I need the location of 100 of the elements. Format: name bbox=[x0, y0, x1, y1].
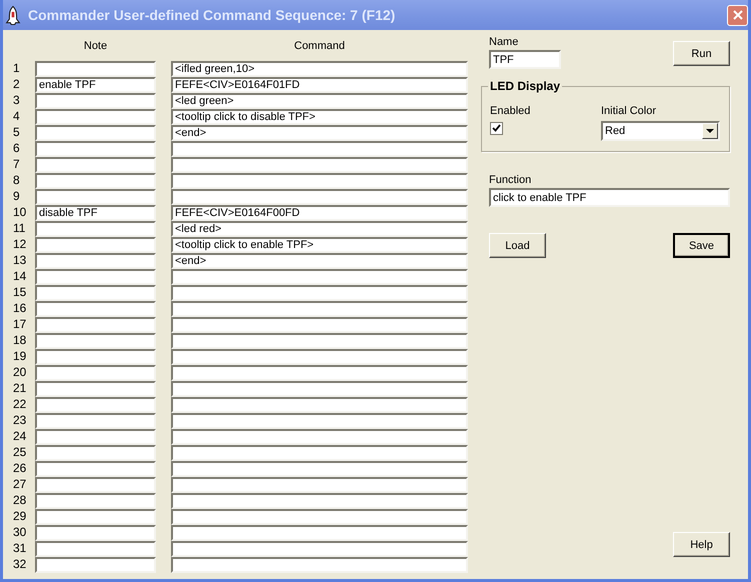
command-field[interactable] bbox=[171, 301, 468, 317]
save-button[interactable]: Save bbox=[673, 233, 730, 258]
note-field[interactable] bbox=[35, 61, 156, 77]
note-field[interactable]: enable TPF bbox=[35, 77, 156, 93]
command-field[interactable] bbox=[171, 333, 468, 349]
field-label: Enabled bbox=[490, 104, 530, 118]
line-number: 24 bbox=[12, 429, 28, 445]
line-number: 6 bbox=[12, 141, 21, 157]
note-field[interactable] bbox=[35, 477, 156, 493]
command-field[interactable] bbox=[171, 461, 468, 477]
note-field[interactable] bbox=[35, 157, 156, 173]
note-field[interactable] bbox=[35, 93, 156, 109]
command-field[interactable]: <end> bbox=[171, 253, 468, 269]
enabled-checkbox[interactable] bbox=[490, 122, 503, 135]
command-field[interactable] bbox=[171, 285, 468, 301]
name-field[interactable]: TPF bbox=[489, 50, 561, 69]
command-field[interactable] bbox=[171, 477, 468, 493]
command-field[interactable] bbox=[171, 189, 468, 205]
command-field[interactable] bbox=[171, 397, 468, 413]
column-header: Note bbox=[82, 40, 108, 52]
group-title: LED Display bbox=[488, 79, 562, 93]
command-field[interactable]: <tooltip click to disable TPF> bbox=[171, 109, 468, 125]
command-field[interactable] bbox=[171, 493, 468, 509]
command-field[interactable]: <led green> bbox=[171, 93, 468, 109]
caret-icon[interactable] bbox=[706, 129, 714, 133]
note-field[interactable] bbox=[35, 381, 156, 397]
line-number: 19 bbox=[12, 349, 28, 365]
note-field[interactable]: disable TPF bbox=[35, 205, 156, 221]
load-button[interactable]: Load bbox=[489, 233, 546, 258]
command-field[interactable] bbox=[171, 269, 468, 285]
command-field[interactable]: FEFE<CIV>E0164F01FD bbox=[171, 77, 468, 93]
line-number: 1 bbox=[12, 61, 21, 77]
column-header: Command bbox=[293, 40, 346, 52]
command-field[interactable]: <tooltip click to enable TPF> bbox=[171, 237, 468, 253]
note-field[interactable] bbox=[35, 509, 156, 525]
field-label: Function bbox=[489, 173, 532, 187]
rocket-icon bbox=[4, 4, 22, 26]
line-number: 9 bbox=[12, 189, 21, 205]
note-field[interactable] bbox=[35, 237, 156, 253]
note-field[interactable] bbox=[35, 317, 156, 333]
line-number: 11 bbox=[12, 221, 26, 237]
line-number: 16 bbox=[12, 301, 28, 317]
note-field[interactable] bbox=[35, 541, 156, 557]
window-title: Commander User-defined Command Sequence: 7 (F12) bbox=[28, 7, 396, 23]
line-number: 10 bbox=[12, 205, 28, 221]
command-field[interactable] bbox=[171, 525, 468, 541]
command-field[interactable] bbox=[171, 349, 468, 365]
note-field[interactable] bbox=[35, 445, 156, 461]
note-field[interactable] bbox=[35, 493, 156, 509]
note-field[interactable] bbox=[35, 557, 156, 573]
help-button[interactable]: Help bbox=[673, 532, 730, 557]
color-dropdown[interactable]: Red bbox=[601, 121, 720, 141]
note-field[interactable] bbox=[35, 461, 156, 477]
line-number: 4 bbox=[12, 109, 21, 125]
command-field[interactable]: <end> bbox=[171, 125, 468, 141]
command-field[interactable] bbox=[171, 557, 468, 573]
run-button[interactable]: Run bbox=[673, 41, 730, 66]
note-field[interactable] bbox=[35, 269, 156, 285]
line-number: 30 bbox=[12, 525, 28, 541]
command-field[interactable]: <ifled green,10> bbox=[171, 61, 468, 77]
command-field[interactable] bbox=[171, 365, 468, 381]
note-field[interactable] bbox=[35, 173, 156, 189]
command-field[interactable] bbox=[171, 141, 468, 157]
note-field[interactable] bbox=[35, 301, 156, 317]
line-number: 13 bbox=[12, 253, 28, 269]
line-number: 21 bbox=[12, 381, 28, 397]
note-field[interactable] bbox=[35, 109, 156, 125]
command-field[interactable] bbox=[171, 429, 468, 445]
note-field[interactable] bbox=[35, 413, 156, 429]
command-field[interactable]: FEFE<CIV>E0164F00FD bbox=[171, 205, 468, 221]
command-field[interactable] bbox=[171, 445, 468, 461]
command-field[interactable] bbox=[171, 509, 468, 525]
command-field[interactable] bbox=[171, 413, 468, 429]
note-field[interactable] bbox=[35, 349, 156, 365]
note-field[interactable] bbox=[35, 285, 156, 301]
close-button[interactable] bbox=[727, 4, 748, 26]
note-field[interactable] bbox=[35, 397, 156, 413]
line-number: 20 bbox=[12, 365, 28, 381]
line-number: 26 bbox=[12, 461, 28, 477]
command-field[interactable] bbox=[171, 381, 468, 397]
function-field[interactable]: click to enable TPF bbox=[489, 188, 730, 207]
line-number: 23 bbox=[12, 413, 28, 429]
note-field[interactable] bbox=[35, 141, 156, 157]
note-field[interactable] bbox=[35, 221, 156, 237]
line-number: 28 bbox=[12, 493, 28, 509]
note-field[interactable] bbox=[35, 189, 156, 205]
note-field[interactable] bbox=[35, 429, 156, 445]
note-field[interactable] bbox=[35, 253, 156, 269]
note-field[interactable] bbox=[35, 125, 156, 141]
command-field[interactable] bbox=[171, 157, 468, 173]
close-icon bbox=[732, 10, 742, 20]
field-label: Name bbox=[489, 35, 520, 49]
line-number: 3 bbox=[12, 93, 21, 109]
command-field[interactable]: <led red> bbox=[171, 221, 468, 237]
command-field[interactable] bbox=[171, 173, 468, 189]
note-field[interactable] bbox=[35, 333, 156, 349]
command-field[interactable] bbox=[171, 317, 468, 333]
command-field[interactable] bbox=[171, 541, 468, 557]
note-field[interactable] bbox=[35, 365, 156, 381]
note-field[interactable] bbox=[35, 525, 156, 541]
